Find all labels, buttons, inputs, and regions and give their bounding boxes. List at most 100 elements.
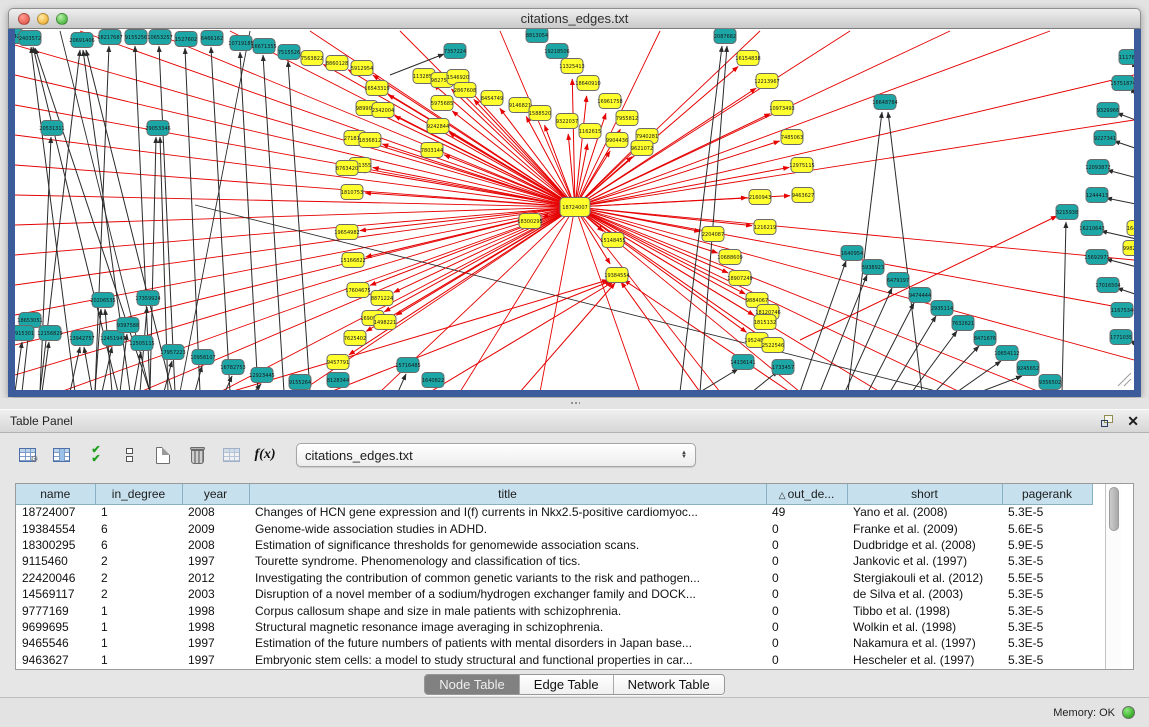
graph-node[interactable]: 9397588 — [117, 318, 139, 333]
close-window-icon[interactable] — [18, 13, 30, 25]
graph-node[interactable]: 1836812 — [359, 133, 381, 148]
graph-node[interactable]: 11325413 — [559, 59, 584, 74]
graph-node[interactable]: 16543319 — [364, 81, 389, 96]
graph-node[interactable]: 12213967 — [754, 74, 779, 89]
column-header-name[interactable]: name — [16, 484, 95, 504]
float-panel-icon[interactable] — [1101, 415, 1115, 428]
table-cell[interactable]: 5.3E-5 — [1002, 652, 1092, 668]
graph-node[interactable]: 1162615 — [579, 124, 601, 139]
graph-node[interactable]: 7357224 — [444, 44, 466, 59]
graph-node[interactable]: 9621072 — [631, 141, 653, 156]
table-cell[interactable]: Tibbo et al. (1998) — [847, 602, 1002, 618]
graph-node[interactable]: 20531311 — [39, 121, 64, 136]
graph-node[interactable]: 16671355 — [251, 39, 276, 54]
table-cell[interactable]: Estimation of significance thresholds fo… — [249, 537, 766, 553]
table-row[interactable]: 977716911998Corpus callosum shape and si… — [16, 602, 1092, 618]
table-cell[interactable]: Franke et al. (2009) — [847, 520, 1002, 536]
select-columns-button[interactable] — [48, 442, 74, 468]
graph-node[interactable]: 1815132 — [754, 315, 776, 330]
table-cell[interactable]: 5.3E-5 — [1002, 553, 1092, 569]
table-cell[interactable]: 2003 — [182, 586, 249, 602]
graph-node[interactable]: 13942757 — [69, 331, 94, 346]
graph-node[interactable]: 16154838 — [735, 51, 760, 66]
graph-node[interactable]: 1117843 — [1119, 50, 1134, 65]
graph-node[interactable]: 1167534 — [1111, 303, 1133, 318]
graph-node[interactable]: 9155256 — [125, 30, 147, 45]
graph-node[interactable]: 9474444 — [909, 288, 931, 303]
row-options-button[interactable] — [116, 442, 142, 468]
graph-node[interactable]: 18217687 — [97, 30, 122, 45]
graph-node[interactable]: 6466162 — [201, 31, 223, 46]
graph-node[interactable]: 12505115 — [129, 336, 154, 351]
graph-node[interactable]: 9155264 — [289, 375, 311, 390]
graph-node[interactable]: 8813054 — [526, 29, 548, 43]
table-cell[interactable]: 1997 — [182, 553, 249, 569]
graph-node[interactable]: 9146821 — [509, 98, 531, 113]
graph-node[interactable]: 12975115 — [789, 158, 814, 173]
function-builder-button[interactable]: f(x) — [252, 442, 278, 468]
table-cell[interactable]: 5.6E-5 — [1002, 520, 1092, 536]
table-cell[interactable]: 0 — [766, 570, 847, 586]
graph-node[interactable]: 9982345 — [1123, 241, 1134, 256]
graph-node[interactable]: 8871224 — [371, 291, 393, 306]
zoom-window-icon[interactable] — [56, 13, 68, 25]
graph-node[interactable]: 10719185 — [228, 36, 253, 51]
table-row[interactable]: 1872400712008Changes of HCN gene express… — [16, 504, 1092, 520]
column-header-in_degree[interactable]: in_degree — [95, 484, 182, 504]
graph-node[interactable]: 15692971 — [1084, 250, 1109, 265]
graph-node[interactable]: 1640954 — [841, 246, 863, 261]
table-scrollbar-thumb[interactable] — [1109, 487, 1119, 531]
table-cell[interactable]: 5.3E-5 — [1002, 602, 1092, 618]
table-row[interactable]: 946362711997Embryonic stem cells: a mode… — [16, 652, 1092, 668]
table-cell[interactable]: 0 — [766, 619, 847, 635]
table-cell[interactable]: 2009 — [182, 520, 249, 536]
table-cell[interactable]: 22420046 — [16, 570, 95, 586]
graph-node[interactable]: 7485063 — [781, 130, 803, 145]
graph-node[interactable]: 3215938 — [1056, 205, 1078, 220]
table-cell[interactable]: Stergiakouli et al. (2012) — [847, 570, 1002, 586]
graph-node[interactable]: 8471676 — [974, 331, 996, 346]
graph-node[interactable]: 1588520 — [529, 106, 551, 121]
select-all-button[interactable]: ✔✔ — [82, 442, 108, 468]
graph-node[interactable]: 2087682 — [714, 29, 736, 44]
table-cell[interactable]: 18724007 — [16, 504, 95, 520]
table-cell[interactable]: 6 — [95, 537, 182, 553]
table-cell[interactable]: Structural magnetic resonance image aver… — [249, 619, 766, 635]
graph-node[interactable]: 8128344 — [327, 373, 349, 388]
column-header-out_de[interactable]: △out_de... — [766, 484, 847, 504]
table-cell[interactable]: 0 — [766, 520, 847, 536]
graph-node[interactable]: 2522546 — [762, 338, 784, 353]
table-cell[interactable]: 0 — [766, 652, 847, 668]
graph-node[interactable]: 18724007 — [560, 198, 590, 217]
table-cell[interactable]: 0 — [766, 602, 847, 618]
graph-node[interactable]: 9242844 — [427, 119, 449, 134]
graph-node[interactable]: 2160943 — [749, 190, 771, 205]
table-cell[interactable]: 5.3E-5 — [1002, 504, 1092, 520]
table-cell[interactable]: 2008 — [182, 504, 249, 520]
graph-node[interactable]: 10688609 — [717, 250, 742, 265]
graph-node[interactable]: 15166822 — [340, 253, 365, 268]
graph-node[interactable]: 10973493 — [769, 101, 794, 116]
graph-node[interactable]: 5938923 — [862, 260, 884, 275]
table-cell[interactable]: de Silva et al. (2003) — [847, 586, 1002, 602]
table-cell[interactable]: 5.5E-5 — [1002, 570, 1092, 586]
node-table[interactable]: namein_degreeyeartitle△out_de...shortpag… — [15, 483, 1134, 670]
graph-node[interactable]: 1810753 — [341, 185, 363, 200]
graph-node[interactable]: 1733457 — [772, 360, 794, 375]
table-cell[interactable]: 0 — [766, 553, 847, 569]
table-row[interactable]: 969969511998Structural magnetic resonanc… — [16, 619, 1092, 635]
table-cell[interactable]: Hescheler et al. (1997) — [847, 652, 1002, 668]
graph-node[interactable]: 5912954 — [351, 61, 373, 76]
table-cell[interactable]: 1 — [95, 635, 182, 651]
table-cell[interactable]: Embryonic stem cells: a model to study s… — [249, 652, 766, 668]
tab-network-table[interactable]: Network Table — [614, 675, 724, 694]
tab-edge-table[interactable]: Edge Table — [520, 675, 614, 694]
table-cell[interactable]: 5.9E-5 — [1002, 537, 1092, 553]
delete-table-button[interactable] — [184, 442, 210, 468]
table-cell[interactable]: Dudbridge et al. (2008) — [847, 537, 1002, 553]
graph-node[interactable]: 9463627 — [792, 188, 814, 203]
graph-node[interactable]: 6479197 — [887, 273, 909, 288]
network-window-titlebar[interactable]: citations_edges.txt — [8, 8, 1141, 29]
minimize-window-icon[interactable] — [37, 13, 49, 25]
table-cell[interactable]: 1998 — [182, 619, 249, 635]
